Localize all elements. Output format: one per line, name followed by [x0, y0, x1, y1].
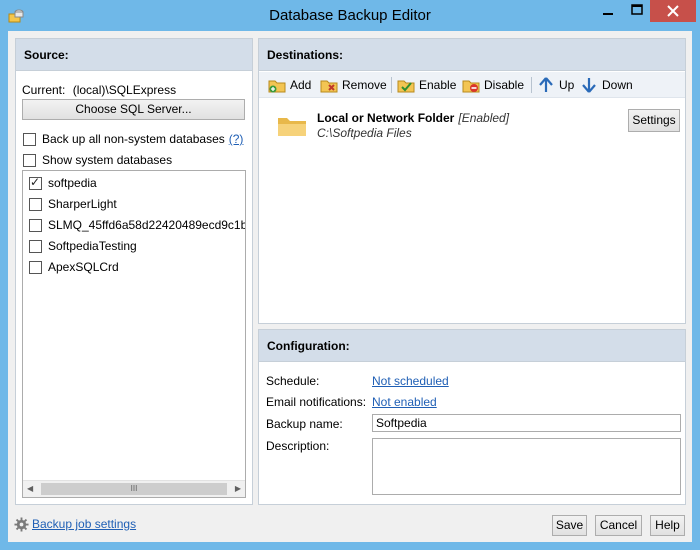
- database-checkbox[interactable]: [29, 175, 42, 190]
- remove-button[interactable]: Remove: [320, 76, 387, 94]
- configuration-heading: Configuration:: [259, 330, 685, 362]
- list-item[interactable]: softpedia: [29, 174, 97, 192]
- backup-all-label: Back up all non-system databases: [42, 132, 225, 146]
- destinations-heading: Destinations:: [259, 39, 685, 71]
- show-system-option[interactable]: Show system databases: [23, 152, 172, 168]
- enable-label: Enable: [419, 78, 457, 92]
- up-label: Up: [559, 78, 575, 92]
- email-notifications-link[interactable]: Not enabled: [372, 395, 437, 409]
- destination-title: Local or Network Folder [Enabled]: [317, 111, 509, 125]
- help-button[interactable]: Help: [650, 515, 685, 536]
- backup-name-input[interactable]: [372, 414, 681, 432]
- schedule-label: Schedule:: [266, 374, 320, 388]
- list-item[interactable]: SharperLight: [29, 195, 117, 213]
- enable-icon: [397, 80, 415, 93]
- destination-settings-button[interactable]: Settings: [628, 109, 680, 132]
- backup-job-settings-link[interactable]: Backup job settings: [32, 517, 136, 531]
- down-button[interactable]: Down: [580, 76, 633, 94]
- cancel-button[interactable]: Cancel: [595, 515, 642, 536]
- horizontal-scrollbar[interactable]: ◀ III ▶: [23, 480, 245, 497]
- choose-sql-server-button[interactable]: Choose SQL Server...: [22, 99, 245, 120]
- maximize-button[interactable]: [623, 0, 651, 22]
- database-checkbox[interactable]: [29, 239, 42, 253]
- destination-status: [Enabled]: [458, 111, 510, 125]
- destinations-toolbar: Add Remove Enable Disable Up Down: [259, 72, 685, 98]
- add-button[interactable]: Add: [268, 76, 311, 94]
- up-button[interactable]: Up: [537, 76, 574, 94]
- add-folder-icon: [268, 80, 286, 93]
- description-textarea[interactable]: [372, 438, 681, 495]
- title-bar[interactable]: Database Backup Editor: [0, 0, 700, 32]
- remove-label: Remove: [342, 78, 387, 92]
- arrow-up-icon: [539, 77, 553, 92]
- app-window: Database Backup Editor Source: Current: …: [0, 0, 700, 550]
- backup-all-checkbox[interactable]: [23, 132, 36, 146]
- list-item[interactable]: ApexSQLCrd: [29, 258, 119, 276]
- disable-button[interactable]: Disable: [462, 76, 524, 94]
- scrollbar-thumb[interactable]: III: [41, 483, 227, 495]
- database-checkbox[interactable]: [29, 197, 42, 211]
- toolbar-separator: [531, 77, 532, 93]
- database-name: SLMQ_45ffd6a58d22420489ecd9c1b5: [48, 218, 246, 232]
- save-button[interactable]: Save: [552, 515, 587, 536]
- database-checkbox[interactable]: [29, 260, 42, 274]
- disable-icon: [462, 80, 480, 93]
- current-value: (local)\SQLExpress: [72, 83, 177, 97]
- database-name: ApexSQLCrd: [48, 260, 119, 274]
- current-label: Current:: [22, 83, 66, 97]
- database-name: softpedia: [48, 176, 97, 190]
- source-panel: Source: Current: (local)\SQLExpress Choo…: [15, 38, 253, 505]
- client-area: Source: Current: (local)\SQLExpress Choo…: [8, 31, 692, 542]
- configuration-panel: Configuration: Schedule: Not scheduled E…: [258, 329, 686, 505]
- email-notifications-label: Email notifications:: [266, 395, 367, 409]
- down-label: Down: [602, 78, 633, 92]
- minimize-button[interactable]: [594, 0, 622, 22]
- current-server: Current: (local)\SQLExpress: [22, 83, 176, 97]
- destination-name: Local or Network Folder: [317, 111, 455, 125]
- backup-all-help-link[interactable]: (?): [229, 132, 244, 146]
- enable-button[interactable]: Enable: [397, 76, 456, 94]
- database-list[interactable]: softpedia SharperLight SLMQ_45ffd6a58d22…: [22, 170, 246, 498]
- description-label: Description:: [266, 439, 330, 453]
- destinations-panel: Destinations: Add Remove Enable Disable …: [258, 38, 686, 324]
- database-name: SoftpediaTesting: [48, 239, 137, 253]
- backup-name-label: Backup name:: [266, 417, 343, 431]
- folder-icon: [278, 118, 306, 136]
- database-checkbox[interactable]: [29, 218, 42, 232]
- remove-folder-icon: [320, 80, 338, 93]
- database-name: SharperLight: [48, 197, 117, 211]
- toolbar-separator: [391, 77, 392, 93]
- show-system-label: Show system databases: [42, 153, 173, 167]
- disable-label: Disable: [484, 78, 525, 92]
- source-heading: Source:: [16, 39, 252, 71]
- list-item[interactable]: SLMQ_45ffd6a58d22420489ecd9c1b5: [29, 216, 246, 234]
- close-button[interactable]: [650, 0, 696, 22]
- add-label: Add: [290, 78, 312, 92]
- list-item[interactable]: SoftpediaTesting: [29, 237, 137, 255]
- backup-all-option[interactable]: Back up all non-system databases (?): [23, 131, 243, 147]
- show-system-checkbox[interactable]: [23, 153, 36, 167]
- arrow-down-icon: [582, 78, 596, 93]
- scroll-left-icon[interactable]: ◀: [27, 484, 33, 493]
- destination-path: C:\Softpedia Files: [317, 126, 412, 140]
- gear-icon: [14, 517, 29, 532]
- scroll-right-icon[interactable]: ▶: [235, 484, 241, 493]
- schedule-link[interactable]: Not scheduled: [372, 374, 449, 388]
